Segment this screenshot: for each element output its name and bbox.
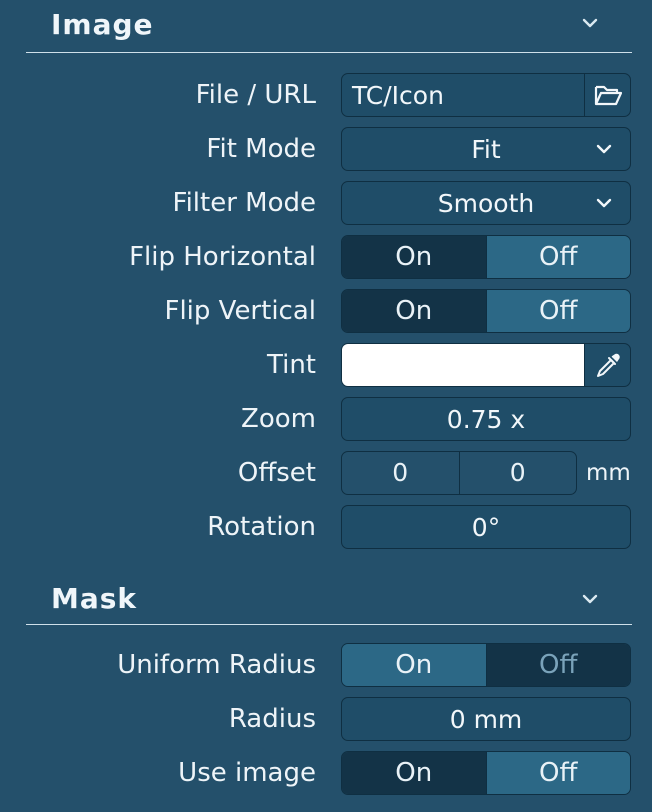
zoom-value: 0.75 x — [446, 405, 526, 434]
flip-horizontal-row: Flip Horizontal On Off — [0, 235, 652, 281]
offset-unit: mm — [586, 460, 631, 486]
use-image-label: Use image — [178, 758, 316, 788]
rotation-field[interactable]: 0° — [341, 505, 631, 549]
image-section-header[interactable]: Image — [26, 0, 632, 53]
filter-mode-label: Filter Mode — [172, 188, 317, 218]
chevron-down-icon — [596, 198, 612, 208]
rotation-row: Rotation 0° — [0, 505, 652, 551]
rotation-value: 0° — [471, 513, 501, 542]
browse-button[interactable] — [584, 74, 630, 116]
image-section-title: Image — [51, 8, 154, 41]
offset-y-field[interactable]: 0 — [458, 452, 577, 494]
folder-open-icon — [594, 85, 622, 106]
tint-color-field[interactable] — [341, 343, 631, 387]
fit-mode-value: Fit — [471, 135, 501, 164]
use-image-row: Use image On Off — [0, 751, 652, 797]
mask-section-header[interactable]: Mask — [26, 572, 632, 625]
chevron-down-icon[interactable] — [582, 17, 598, 29]
radius-field[interactable]: 0 mm — [341, 697, 631, 741]
tint-label: Tint — [267, 350, 316, 380]
rotation-label: Rotation — [207, 512, 316, 542]
use-image-off-button[interactable]: Off — [485, 752, 630, 794]
flip-vertical-row: Flip Vertical On Off — [0, 289, 652, 335]
flip-horizontal-on-button[interactable]: On — [342, 236, 486, 278]
filter-mode-dropdown[interactable]: Smooth — [341, 181, 631, 225]
file-url-input[interactable]: TC/Icon — [341, 73, 631, 117]
uniform-radius-on-button[interactable]: On — [342, 644, 486, 686]
flip-horizontal-label: Flip Horizontal — [129, 242, 316, 272]
filter-mode-row: Filter Mode Smooth — [0, 181, 652, 227]
radius-value: 0 mm — [449, 705, 523, 734]
flip-vertical-toggle: On Off — [341, 289, 631, 333]
mask-section-title: Mask — [51, 582, 138, 615]
zoom-field[interactable]: 0.75 x — [341, 397, 631, 441]
uniform-radius-label: Uniform Radius — [117, 650, 316, 680]
chevron-down-icon — [596, 144, 612, 154]
offset-label: Offset — [237, 458, 316, 488]
flip-horizontal-off-button[interactable]: Off — [485, 236, 630, 278]
radius-row: Radius 0 mm — [0, 697, 652, 743]
offset-fields: 0 0 — [341, 451, 577, 495]
uniform-radius-off-button[interactable]: Off — [485, 644, 630, 686]
flip-horizontal-toggle: On Off — [341, 235, 631, 279]
use-image-on-button[interactable]: On — [342, 752, 486, 794]
file-url-label: File / URL — [195, 80, 316, 110]
eyedropper-button[interactable] — [584, 344, 630, 386]
radius-label: Radius — [228, 704, 316, 734]
tint-row: Tint — [0, 343, 652, 389]
fit-mode-row: Fit Mode Fit — [0, 127, 652, 173]
uniform-radius-toggle: On Off — [341, 643, 631, 687]
zoom-label: Zoom — [241, 404, 316, 434]
file-url-row: File / URL TC/Icon — [0, 73, 652, 119]
fit-mode-dropdown[interactable]: Fit — [341, 127, 631, 171]
use-image-toggle: On Off — [341, 751, 631, 795]
filter-mode-value: Smooth — [437, 189, 535, 218]
eyedropper-icon — [597, 353, 620, 377]
uniform-radius-row: Uniform Radius On Off — [0, 643, 652, 689]
fit-mode-label: Fit Mode — [206, 134, 316, 164]
offset-x-field[interactable]: 0 — [342, 452, 459, 494]
flip-vertical-off-button[interactable]: Off — [485, 290, 630, 332]
tint-color-swatch[interactable] — [342, 344, 584, 386]
flip-vertical-label: Flip Vertical — [164, 296, 317, 326]
offset-row: Offset 0 0 mm — [0, 451, 652, 497]
flip-vertical-on-button[interactable]: On — [342, 290, 486, 332]
chevron-down-icon[interactable] — [582, 593, 598, 605]
zoom-row: Zoom 0.75 x — [0, 397, 652, 443]
